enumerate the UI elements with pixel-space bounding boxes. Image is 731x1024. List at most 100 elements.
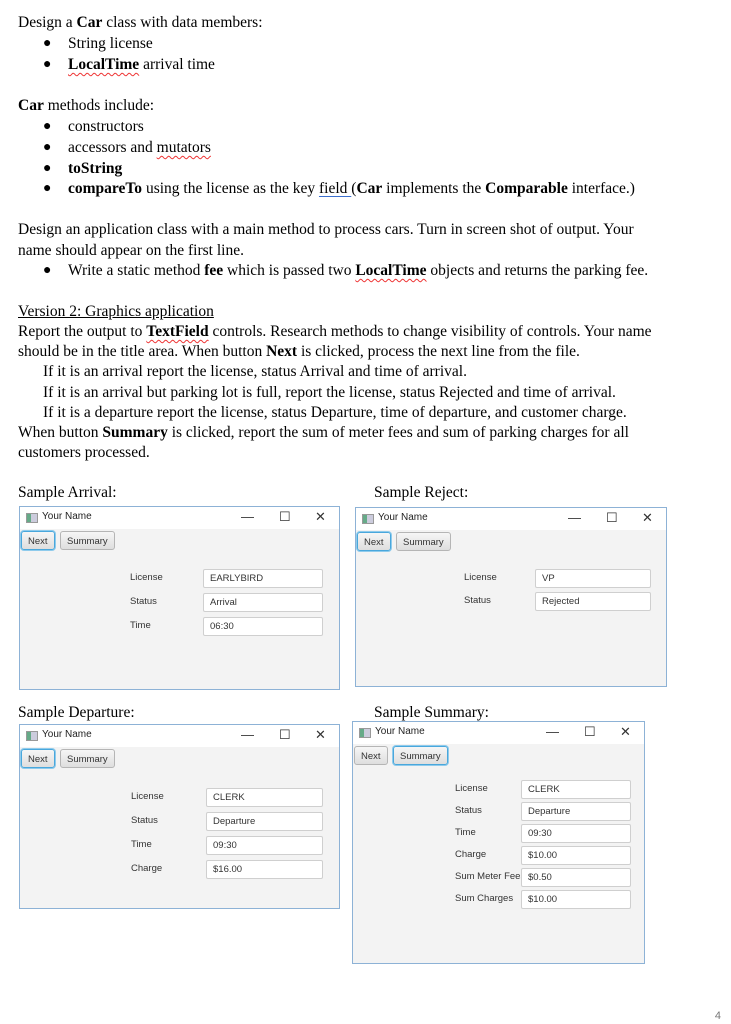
title-bar[interactable]: Your Name — ☐ ✕ (353, 722, 644, 744)
next-button[interactable]: Next (21, 531, 55, 550)
next-button[interactable]: Next (21, 749, 55, 768)
window-title: Your Name (42, 729, 92, 740)
text-field[interactable]: Departure (521, 802, 631, 821)
caption-reject: Sample Reject: (374, 484, 469, 501)
v2-summary-line: When button Summary is clicked, report t… (18, 424, 629, 441)
field-label: Time (455, 827, 476, 838)
caption-arrival: Sample Arrival: (18, 484, 117, 501)
field-label: License (130, 572, 163, 583)
field-label: License (455, 783, 488, 794)
sample-arrival-window: Your Name — ☐ ✕ Next Summary License EAR… (19, 506, 340, 690)
text-field[interactable]: $10.00 (521, 846, 631, 865)
field-label: Charge (131, 863, 163, 874)
close-icon[interactable]: ✕ (315, 509, 326, 525)
field-row: Status Departure (131, 812, 323, 831)
field-row: Sum Meter Fees $0.50 (455, 868, 631, 887)
field-label: Charge (455, 849, 487, 860)
field-label: Status (455, 805, 482, 816)
text-field[interactable]: $10.00 (521, 890, 631, 909)
method-item: compareTo using the license as the key f… (68, 180, 635, 197)
window-title: Your Name (378, 512, 428, 523)
text-field[interactable]: 09:30 (521, 824, 631, 843)
app-paragraph-line: name should appear on the first line. (18, 242, 244, 259)
summary-button[interactable]: Summary (396, 532, 451, 551)
field-label: License (131, 791, 164, 802)
next-button[interactable]: Next (354, 746, 388, 765)
method-item: toString (68, 160, 123, 177)
field-label: Time (130, 620, 151, 631)
title-bar[interactable]: Your Name — ☐ ✕ (20, 507, 339, 529)
field-label: Status (131, 815, 158, 826)
minimize-icon[interactable]: — (546, 724, 559, 739)
intro-line: Design a Car class with data members: (18, 14, 263, 31)
field-row: Time 09:30 (131, 836, 323, 855)
field-label: Time (131, 839, 152, 850)
method-item: accessors and mutators (68, 139, 211, 156)
field-label: Status (464, 595, 491, 606)
v2-summary-line: customers processed. (18, 444, 150, 461)
field-label: Sum Charges (455, 893, 514, 904)
sample-summary-window: Your Name — ☐ ✕ Next Summary License CLE… (352, 721, 645, 964)
version-heading: Version 2: Graphics application (18, 303, 214, 320)
summary-button[interactable]: Summary (60, 749, 115, 768)
minimize-icon[interactable]: — (241, 727, 254, 742)
summary-button[interactable]: Summary (60, 531, 115, 550)
window-title: Your Name (375, 726, 425, 737)
v2-line: should be in the title area. When button… (18, 343, 580, 360)
field-row: License CLERK (455, 780, 631, 799)
field-row: Charge $10.00 (455, 846, 631, 865)
app-icon (26, 513, 38, 523)
text-field[interactable]: 06:30 (203, 617, 323, 636)
text-field[interactable]: $16.00 (206, 860, 323, 879)
text-field[interactable]: CLERK (521, 780, 631, 799)
close-icon[interactable]: ✕ (620, 724, 631, 740)
maximize-icon[interactable]: ☐ (279, 509, 291, 525)
text-field[interactable]: 09:30 (206, 836, 323, 855)
maximize-icon[interactable]: ☐ (279, 727, 291, 743)
fee-bullet: Write a static method fee which is passe… (68, 262, 649, 279)
app-paragraph-line: Design an application class with a main … (18, 221, 634, 238)
text-field[interactable]: CLERK (206, 788, 323, 807)
text-field[interactable]: EARLYBIRD (203, 569, 323, 588)
bullet-icon: ● (43, 161, 52, 176)
summary-button[interactable]: Summary (393, 746, 448, 765)
v2-case: If it is an arrival report the license, … (43, 363, 467, 380)
v2-case: If it is a departure report the license,… (43, 404, 627, 421)
app-icon (359, 728, 371, 738)
text-field[interactable]: $0.50 (521, 868, 631, 887)
field-row: Sum Charges $10.00 (455, 890, 631, 909)
minimize-icon[interactable]: — (568, 510, 581, 525)
title-bar[interactable]: Your Name — ☐ ✕ (356, 508, 666, 530)
field-row: Status Departure (455, 802, 631, 821)
next-button[interactable]: Next (357, 532, 391, 551)
bullet-icon: ● (43, 119, 52, 134)
member-item: LocalTime arrival time (68, 56, 215, 73)
close-icon[interactable]: ✕ (642, 510, 653, 526)
method-item: constructors (68, 118, 144, 135)
maximize-icon[interactable]: ☐ (606, 510, 618, 526)
text-field[interactable]: Rejected (535, 592, 651, 611)
bullet-icon: ● (43, 57, 52, 72)
field-row: Status Rejected (464, 592, 651, 611)
text-field[interactable]: Arrival (203, 593, 323, 612)
maximize-icon[interactable]: ☐ (584, 724, 596, 740)
field-label: License (464, 572, 497, 583)
app-icon (362, 514, 374, 524)
text-field[interactable]: VP (535, 569, 651, 588)
bullet-icon: ● (43, 263, 52, 278)
minimize-icon[interactable]: — (241, 509, 254, 524)
field-row: Charge $16.00 (131, 860, 323, 879)
bullet-icon: ● (43, 140, 52, 155)
window-title: Your Name (42, 511, 92, 522)
field-row: Time 09:30 (455, 824, 631, 843)
sample-departure-window: Your Name — ☐ ✕ Next Summary License CLE… (19, 724, 340, 909)
caption-departure: Sample Departure: (18, 704, 135, 721)
title-bar[interactable]: Your Name — ☐ ✕ (20, 725, 339, 747)
field-row: License VP (464, 569, 651, 588)
methods-heading: Car methods include: (18, 97, 155, 114)
text-field[interactable]: Departure (206, 812, 323, 831)
v2-case: If it is an arrival but parking lot is f… (43, 384, 616, 401)
member-item: String license (68, 35, 153, 52)
caption-summary: Sample Summary: (374, 704, 489, 721)
close-icon[interactable]: ✕ (315, 727, 326, 743)
